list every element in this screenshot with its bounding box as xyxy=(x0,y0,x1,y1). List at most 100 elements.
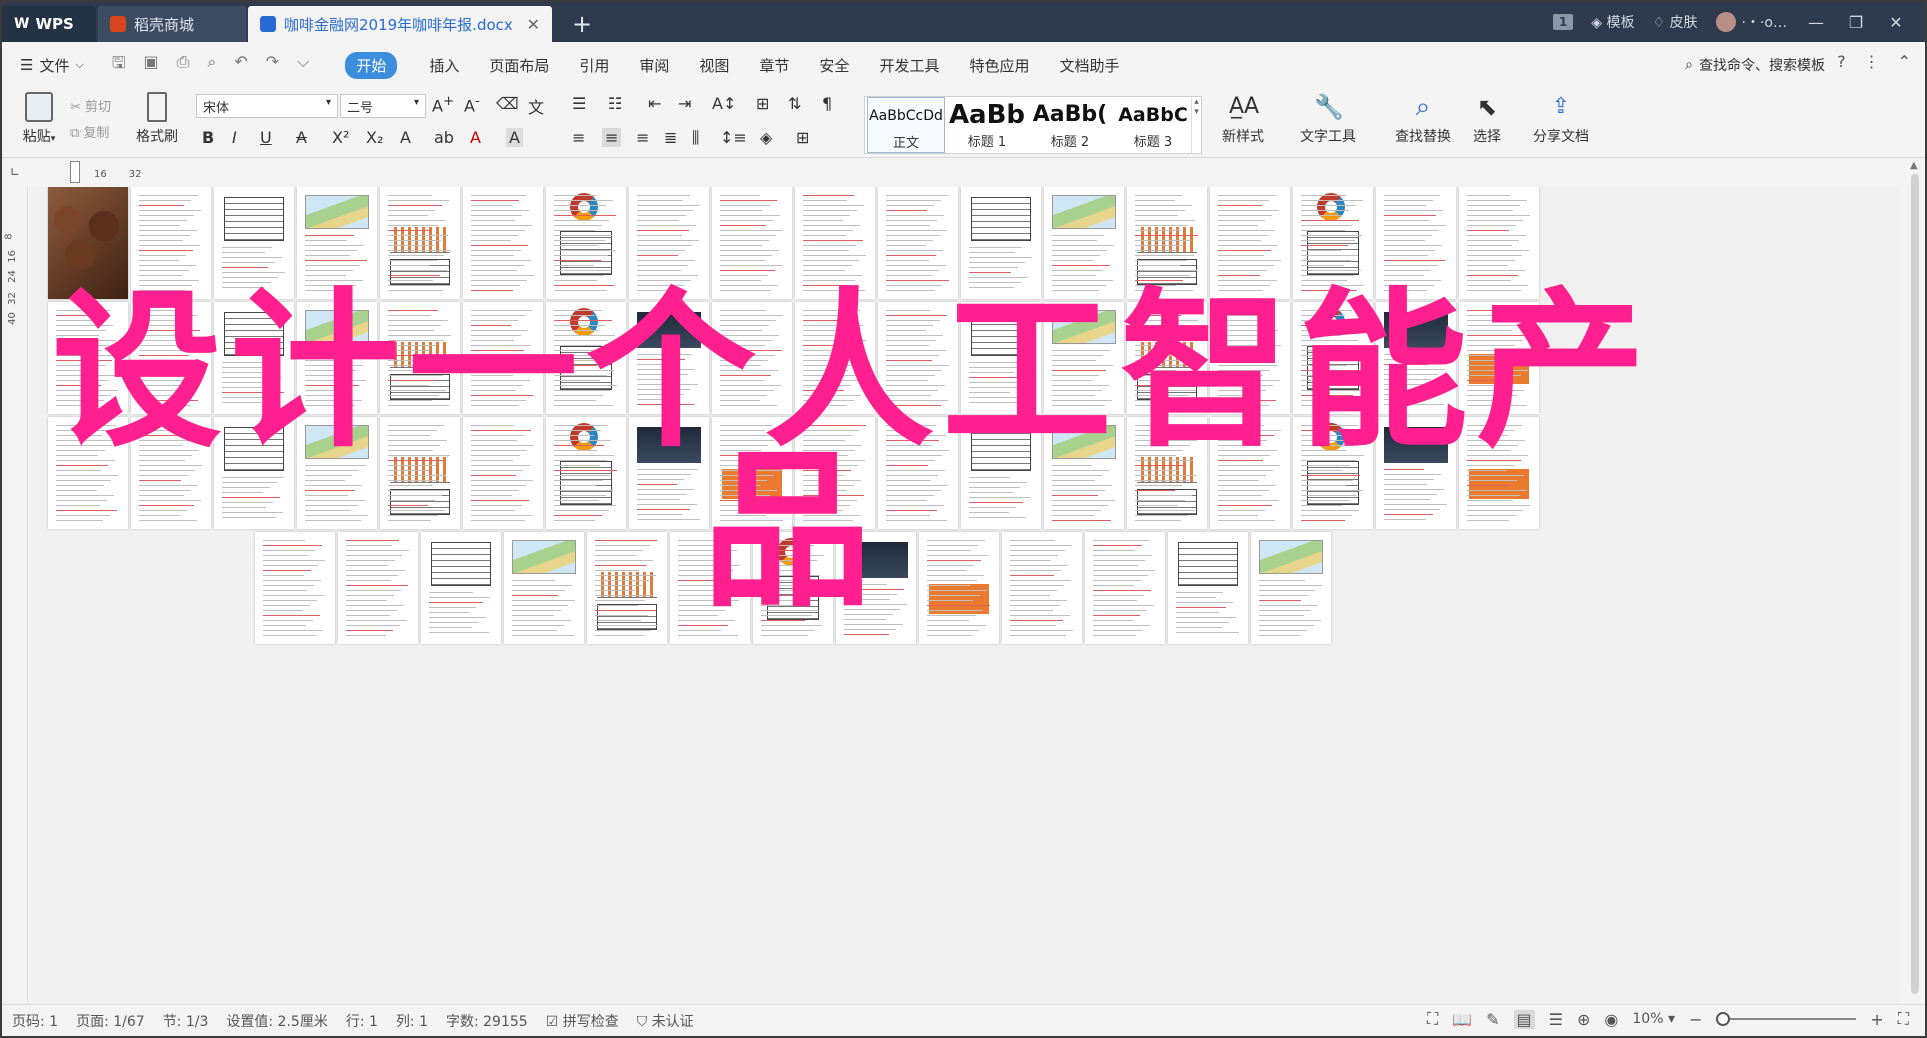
page-thumbnail[interactable] xyxy=(712,187,792,299)
status-pages[interactable]: 页面: 1/67 xyxy=(76,1011,145,1031)
align-center-icon[interactable]: ≡ xyxy=(602,128,622,147)
customize-icon[interactable]: ⌵ xyxy=(297,52,309,79)
page-thumbnail[interactable] xyxy=(463,187,543,299)
page-thumbnail[interactable] xyxy=(48,187,128,299)
zoom-select[interactable]: 10% ▾ xyxy=(1632,1011,1675,1027)
status-col[interactable]: 列: 1 xyxy=(396,1011,428,1031)
page-thumbnail[interactable] xyxy=(1127,417,1207,529)
cut-button[interactable]: ✂ 剪切 xyxy=(70,96,111,115)
tab-document[interactable]: 咖啡金融网2019年咖啡年报.docx ✕ xyxy=(248,6,552,42)
shrink-font-icon[interactable]: A- xyxy=(464,94,480,115)
page-thumbnail[interactable] xyxy=(297,417,377,529)
clear-format-icon[interactable]: ⌫ xyxy=(496,94,519,113)
page-thumbnail[interactable] xyxy=(131,302,211,414)
spell-check-button[interactable]: ☑ 拼写检查 xyxy=(546,1011,619,1031)
collapse-ribbon-icon[interactable]: ⌃ xyxy=(1898,52,1911,71)
page-thumbnail[interactable] xyxy=(1168,532,1248,644)
page-thumbnail[interactable] xyxy=(380,302,460,414)
sort-icon[interactable]: ⇅ xyxy=(788,94,801,113)
page-view-icon[interactable]: ▤ xyxy=(1513,1009,1535,1029)
document-canvas[interactable] xyxy=(30,187,1900,1003)
page-thumbnail[interactable] xyxy=(1376,187,1456,299)
scrollbar-thumb[interactable] xyxy=(1911,174,1919,994)
page-thumbnail[interactable] xyxy=(421,532,501,644)
skin-button[interactable]: ♢ 皮肤 xyxy=(1653,12,1698,32)
page-thumbnail[interactable] xyxy=(214,302,294,414)
char-shading-icon[interactable]: A xyxy=(506,128,523,147)
show-marks-icon[interactable]: ¶ xyxy=(822,94,832,113)
new-style-button[interactable]: A̲A 新样式 xyxy=(1212,92,1274,146)
status-section[interactable]: 节: 1/3 xyxy=(163,1011,209,1031)
page-thumbnail[interactable] xyxy=(131,417,211,529)
page-thumbnail[interactable] xyxy=(214,187,294,299)
minimize-icon[interactable]: — xyxy=(1805,13,1827,32)
page-thumbnail[interactable] xyxy=(338,532,418,644)
page-thumbnail[interactable] xyxy=(1127,302,1207,414)
page-thumbnail[interactable] xyxy=(878,417,958,529)
underline-icon[interactable]: U xyxy=(260,128,272,147)
write-view-icon[interactable]: ✎ xyxy=(1486,1010,1499,1029)
page-thumbnail[interactable] xyxy=(1376,302,1456,414)
page-thumbnail[interactable] xyxy=(629,302,709,414)
align-left-icon[interactable]: ≡ xyxy=(572,128,585,147)
page-thumbnail[interactable] xyxy=(1210,417,1290,529)
style-gallery-scroll[interactable]: ▴ ▾ xyxy=(1191,97,1201,153)
eye-protection-icon[interactable]: ◉ xyxy=(1604,1010,1618,1029)
paste-button[interactable]: 粘贴▾ xyxy=(16,92,62,146)
page-thumbnail[interactable] xyxy=(1459,302,1539,414)
page-thumbnail[interactable] xyxy=(1085,532,1165,644)
pinyin-icon[interactable]: 文 xyxy=(528,94,544,118)
page-thumbnail[interactable] xyxy=(961,187,1041,299)
border-icon[interactable]: ⊞ xyxy=(796,128,809,147)
page-thumbnail[interactable] xyxy=(1127,187,1207,299)
page-thumbnail[interactable] xyxy=(1044,417,1124,529)
page-thumbnail[interactable] xyxy=(1002,532,1082,644)
window-count-badge[interactable]: 1 xyxy=(1552,14,1574,30)
font-color-icon[interactable]: A xyxy=(470,128,481,147)
decrease-indent-icon[interactable]: ⇤ xyxy=(648,94,661,113)
menu-references[interactable]: 引用 xyxy=(579,55,609,76)
status-page[interactable]: 页码: 1 xyxy=(12,1011,58,1031)
page-thumbnail[interactable] xyxy=(712,417,792,529)
tab-stop-icon[interactable]: ∟ xyxy=(10,165,20,179)
superscript-icon[interactable]: X² xyxy=(332,128,349,147)
number-list-icon[interactable]: ☷ xyxy=(608,94,622,113)
page-thumbnail[interactable] xyxy=(380,187,460,299)
print-preview-icon[interactable]: ⌕ xyxy=(207,52,216,79)
page-thumbnail[interactable] xyxy=(795,302,875,414)
save-icon[interactable]: 🖫 xyxy=(112,52,126,79)
page-thumbnail[interactable] xyxy=(629,187,709,299)
italic-icon[interactable]: I xyxy=(232,128,237,147)
page-thumbnail[interactable] xyxy=(504,532,584,644)
highlight-icon[interactable]: ab xyxy=(434,128,454,147)
restore-icon[interactable]: ❐ xyxy=(1845,13,1867,32)
page-thumbnail[interactable] xyxy=(546,302,626,414)
page-thumbnail[interactable] xyxy=(1044,302,1124,414)
chinese-layout-icon[interactable]: ⊞ xyxy=(756,94,769,113)
page-thumbnail[interactable] xyxy=(546,417,626,529)
page-thumbnail[interactable] xyxy=(380,417,460,529)
style-heading3[interactable]: AaBbC 标题 3 xyxy=(1113,97,1193,153)
shading-icon[interactable]: ◈ xyxy=(760,128,772,147)
style-normal[interactable]: AaBbCcDd 正文 xyxy=(867,97,945,153)
page-thumbnail[interactable] xyxy=(48,417,128,529)
page-thumbnail[interactable] xyxy=(587,532,667,644)
menu-security[interactable]: 安全 xyxy=(819,55,849,76)
page-thumbnail[interactable] xyxy=(919,532,999,644)
style-heading2[interactable]: AaBb( 标题 2 xyxy=(1029,97,1111,153)
page-thumbnail[interactable] xyxy=(297,187,377,299)
page-thumbnail[interactable] xyxy=(1293,302,1373,414)
export-pdf-icon[interactable]: ▣ xyxy=(143,52,158,79)
page-thumbnail[interactable] xyxy=(131,187,211,299)
page-thumbnail[interactable] xyxy=(1210,187,1290,299)
line-spacing-icon[interactable]: ↕≡ xyxy=(720,128,747,147)
command-search[interactable]: ⌕ 查找命令、搜索模板 xyxy=(1685,55,1825,75)
status-words[interactable]: 字数: 29155 xyxy=(446,1011,528,1031)
auth-button[interactable]: ⛉ 未认证 xyxy=(637,1011,694,1031)
text-tools-button[interactable]: 🔧 文字工具 xyxy=(1290,92,1366,146)
horizontal-ruler[interactable]: ∟ 16 32 xyxy=(2,159,1925,187)
page-thumbnail[interactable] xyxy=(795,417,875,529)
more-icon[interactable]: ⋮ xyxy=(1864,52,1880,71)
reading-view-icon[interactable]: 📖 xyxy=(1452,1010,1472,1029)
page-thumbnail[interactable] xyxy=(214,417,294,529)
